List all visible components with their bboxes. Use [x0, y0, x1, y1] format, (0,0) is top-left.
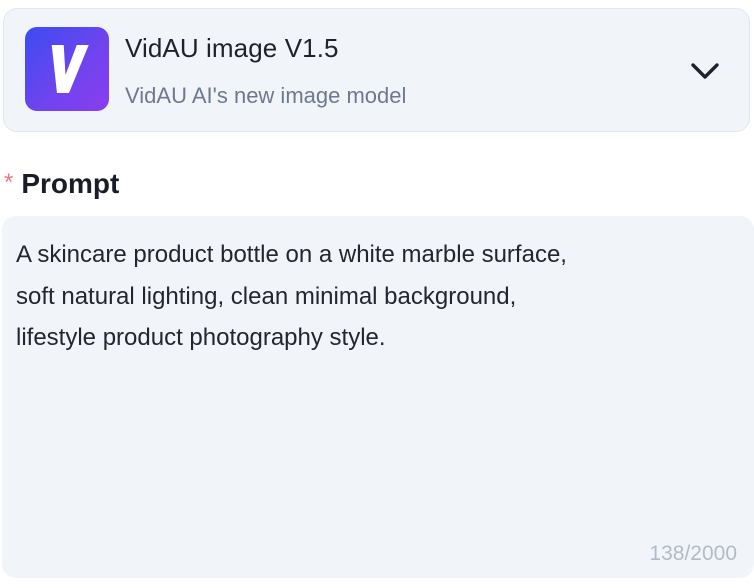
prompt-label: Prompt [21, 168, 120, 199]
model-description: VidAU AI's new image model [125, 83, 407, 108]
logo-letter-v [51, 45, 89, 93]
model-selector[interactable]: VidAU image V1.5 VidAU AI's new image mo… [3, 8, 750, 132]
prompt-textarea[interactable]: A skincare product bottle on a white mar… [2, 216, 754, 578]
model-name: VidAU image V1.5 [125, 33, 339, 63]
vidau-logo [25, 27, 109, 111]
chevron-down-icon[interactable] [689, 60, 721, 82]
required-marker: * [4, 169, 14, 196]
prompt-text[interactable]: A skincare product bottle on a white mar… [16, 234, 736, 359]
character-counter: 138/2000 [649, 542, 737, 565]
prompt-label-row: * Prompt [4, 164, 119, 204]
image-generation-panel: VidAU image V1.5 VidAU AI's new image mo… [0, 0, 754, 588]
